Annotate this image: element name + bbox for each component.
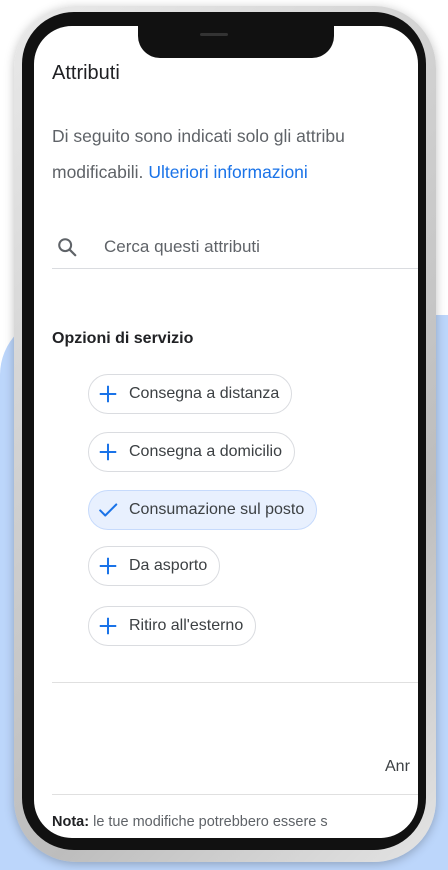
- search-icon[interactable]: [56, 236, 78, 258]
- check-icon: [99, 503, 118, 517]
- divider: [52, 794, 418, 795]
- page-title: Attributi: [52, 62, 120, 84]
- learn-more-link[interactable]: Ulteriori informazioni: [148, 162, 308, 182]
- cancel-button[interactable]: Anr: [385, 758, 410, 776]
- speaker-grille: [200, 33, 228, 36]
- description: Di seguito sono indicati solo gli attrib…: [52, 118, 345, 190]
- description-text: modificabili.: [52, 162, 144, 182]
- option-label: Consegna a domicilio: [129, 443, 282, 460]
- option-chip-ritiro-all-esterno[interactable]: Ritiro all'esterno: [88, 606, 257, 646]
- phone-screen: Attributi Di seguito sono indicati solo …: [34, 26, 418, 838]
- phone-notch: [138, 26, 334, 58]
- plus-icon: [99, 617, 117, 635]
- search-input[interactable]: [104, 234, 404, 260]
- plus-icon: [99, 385, 117, 403]
- option-chip-consegna-a-domicilio[interactable]: Consegna a domicilio: [88, 432, 295, 472]
- note-label: Nota:: [52, 814, 90, 830]
- option-chip-consegna-a-distanza[interactable]: Consegna a distanza: [88, 374, 293, 414]
- description-line-1: Di seguito sono indicati solo gli attrib…: [52, 126, 345, 146]
- search-bar[interactable]: [52, 230, 418, 269]
- option-label: Consegna a distanza: [129, 385, 280, 402]
- option-label: Ritiro all'esterno: [129, 617, 244, 634]
- description-line-2: modificabili. Ulteriori informazioni: [52, 154, 345, 190]
- option-label: Consumazione sul posto: [129, 501, 305, 518]
- plus-icon: [99, 557, 117, 575]
- option-chip-consumazione-sul-posto[interactable]: Consumazione sul posto: [88, 490, 318, 530]
- option-label: Da asporto: [129, 557, 208, 574]
- plus-icon: [99, 443, 117, 461]
- option-chip-da-asporto[interactable]: Da asporto: [88, 546, 221, 586]
- section-title: Opzioni di servizio: [52, 330, 194, 347]
- divider: [52, 682, 418, 683]
- attributes-panel: Attributi Di seguito sono indicati solo …: [52, 26, 418, 838]
- note-text: le tue modifiche potrebbero essere s: [89, 814, 328, 830]
- footer-note: Nota: le tue modifiche potrebbero essere…: [52, 814, 328, 830]
